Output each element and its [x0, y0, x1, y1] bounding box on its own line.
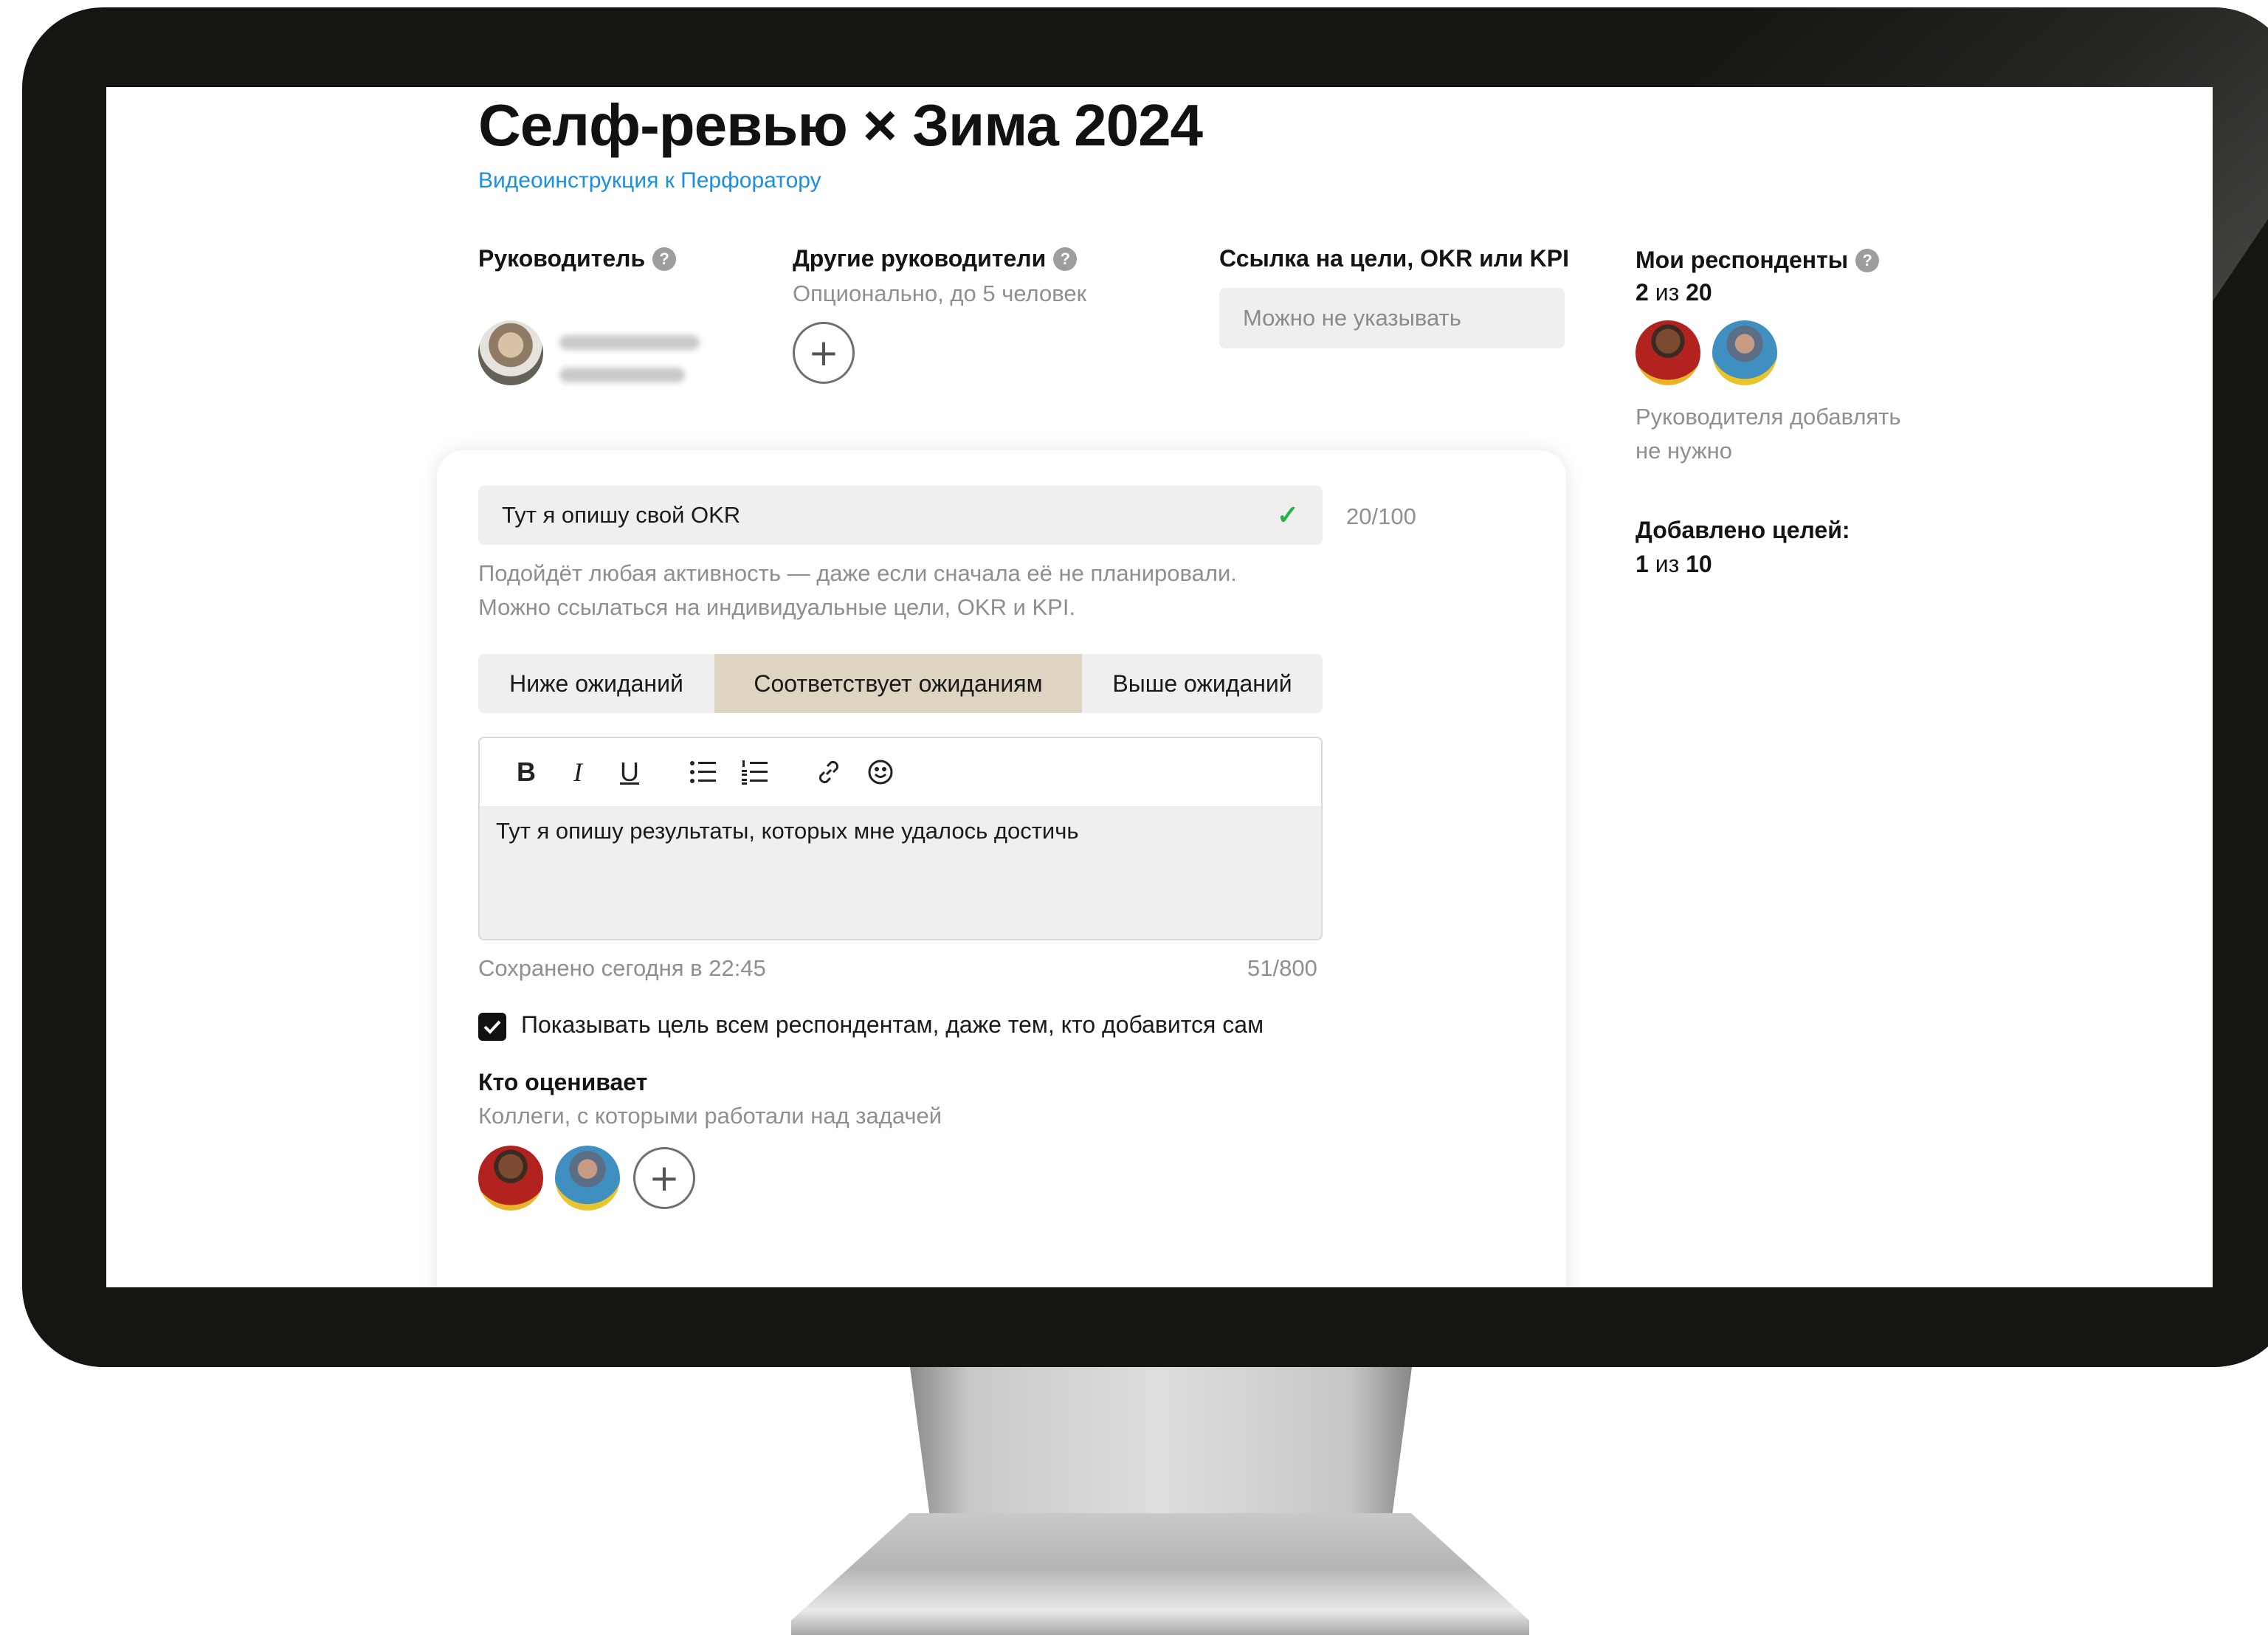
respondent-avatar[interactable]	[1712, 320, 1777, 385]
respondents-count-sep: из	[1648, 279, 1686, 306]
check-icon: ✓	[1276, 500, 1299, 530]
checkmark-icon	[483, 1020, 501, 1034]
rating-meets-expectations[interactable]: Соответствует ожиданиям	[714, 654, 1082, 713]
goal-hint: Подойдёт любая активность — даже если сн…	[478, 557, 1237, 624]
plus-icon: +	[808, 331, 839, 374]
add-evaluator-button[interactable]: +	[633, 1147, 695, 1209]
help-icon[interactable]: ?	[1855, 248, 1880, 272]
bold-icon[interactable]: B	[509, 755, 543, 789]
plus-icon: +	[649, 1157, 680, 1199]
emoji-icon[interactable]	[864, 755, 897, 789]
goal-title-input[interactable]: Тут я опишу свой OKR ✓	[478, 486, 1323, 545]
rating-below-expectations[interactable]: Ниже ожиданий	[478, 654, 714, 713]
other-managers-label: Другие руководители	[793, 245, 1047, 272]
respondents-label: Мои респонденты	[1635, 247, 1849, 273]
results-editor: B I U Тут я опишу результаты, которых мн…	[478, 737, 1323, 940]
goals-added-current: 1	[1635, 551, 1649, 577]
show-to-all-checkbox[interactable]	[478, 1013, 506, 1041]
goals-added-sep: из	[1648, 551, 1686, 577]
respondents-label-group: Мои респонденты ?	[1635, 247, 1880, 274]
rating-segmented-control: Ниже ожиданий Соответствует ожиданиям Вы…	[478, 654, 1323, 713]
numbered-list-icon[interactable]	[738, 755, 772, 789]
video-instruction-link[interactable]: Видеоинструкция к Перфоратору	[478, 168, 821, 193]
respondents-count-current: 2	[1635, 279, 1649, 306]
editor-toolbar: B I U	[480, 738, 1321, 806]
goal-hint-line: Можно ссылаться на индивидуальные цели, …	[478, 594, 1076, 620]
rating-above-expectations[interactable]: Выше ожиданий	[1082, 654, 1323, 713]
other-managers-hint: Опционально, до 5 человек	[793, 280, 1087, 306]
goals-added-max: 10	[1686, 551, 1712, 577]
respondents-count: 2 из 20	[1635, 279, 1712, 306]
manager-avatar	[478, 320, 543, 385]
respondents-note: Руководителя добавлять не нужно	[1635, 400, 1901, 468]
evaluators-title: Кто оценивает	[478, 1069, 648, 1095]
evaluator-avatar[interactable]	[555, 1146, 620, 1211]
goals-link-input[interactable]: Можно не указывать	[1219, 288, 1565, 348]
manager-label: Руководитель	[478, 245, 646, 272]
show-to-all-label[interactable]: Показывать цель всем респондентам, даже …	[521, 1011, 1264, 1039]
monitor-stand-base	[791, 1513, 1529, 1635]
evaluators-hint: Коллеги, с которыми работали над задачей	[478, 1103, 942, 1129]
bullet-list-icon[interactable]	[686, 755, 720, 789]
monitor-screen: Селф-ревью × Зима 2024 Видеоинструкция к…	[106, 87, 2213, 1287]
goals-added-label: Добавлено целей:	[1635, 517, 1850, 543]
italic-icon[interactable]: I	[561, 755, 595, 789]
respondents-note-line: Руководителя добавлять	[1635, 404, 1901, 430]
evaluator-avatar[interactable]	[478, 1146, 543, 1211]
saved-status: Сохранено сегодня в 22:45	[478, 955, 766, 981]
other-managers-label-group: Другие руководители ?	[793, 245, 1078, 272]
page-title: Селф-ревью × Зима 2024	[478, 92, 1203, 158]
goal-hint-line: Подойдёт любая активность — даже если сн…	[478, 560, 1237, 586]
add-manager-button[interactable]: +	[793, 322, 855, 384]
manager-label-group: Руководитель ?	[478, 245, 677, 272]
help-icon[interactable]: ?	[1053, 247, 1078, 271]
manager-name-blurred	[559, 335, 700, 350]
respondent-avatar[interactable]	[1635, 320, 1700, 385]
goal-title-counter: 20/100	[1346, 503, 1416, 529]
goals-link-label: Ссылка на цели, OKR или KPI	[1219, 245, 1570, 272]
goals-added-count: 1 из 10	[1635, 551, 1712, 578]
editor-text-area[interactable]: Тут я опишу результаты, которых мне удал…	[480, 806, 1321, 939]
underline-icon[interactable]: U	[613, 755, 647, 789]
editor-char-counter: 51/800	[1247, 955, 1317, 981]
monitor-stand-neck	[910, 1367, 1412, 1518]
manager-surname-blurred	[559, 368, 685, 382]
respondents-count-max: 20	[1686, 279, 1712, 306]
help-icon[interactable]: ?	[652, 247, 677, 271]
goal-title-value: Тут я опишу свой OKR	[502, 502, 741, 528]
respondents-note-line: не нужно	[1635, 438, 1733, 464]
link-icon[interactable]	[812, 755, 846, 789]
